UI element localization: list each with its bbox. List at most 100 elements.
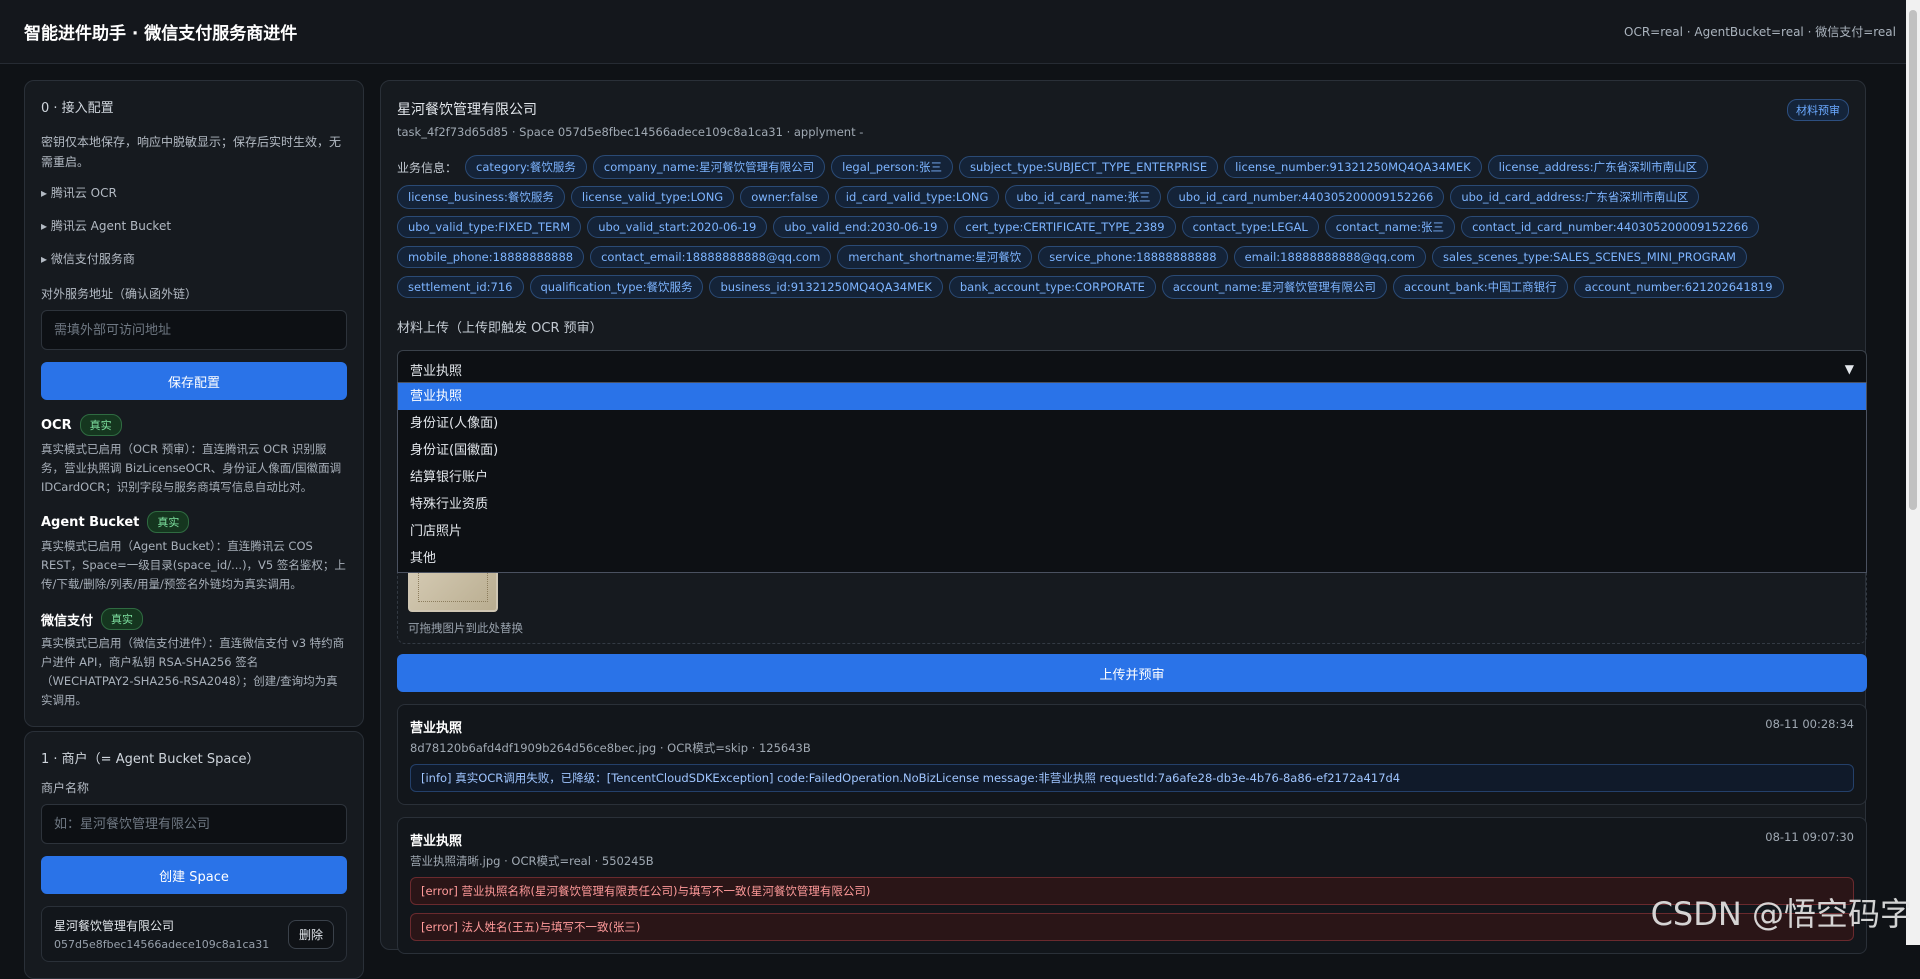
- business-tag: ubo_id_card_name:张三: [1005, 185, 1161, 209]
- business-tag: ubo_valid_start:2020-06-19: [587, 216, 767, 238]
- business-tag: account_bank:中国工商银行: [1393, 275, 1568, 299]
- ocr-real-badge: 真实: [80, 414, 122, 436]
- ocr-desc: 真实模式已启用（OCR 预审）：直连腾讯云 OCR 识别服务，营业执照调 Biz…: [41, 440, 347, 497]
- error-log: [error] 营业执照名称(星河餐饮管理有限责任公司)与填写不一致(星河餐饮管…: [410, 877, 1854, 905]
- business-tag: email:18888888888@qq.com: [1234, 246, 1426, 268]
- ocr-name: OCR: [41, 418, 72, 433]
- business-tag: legal_person:张三: [831, 155, 953, 179]
- merchant-card: 1 · 商户（= Agent Bucket Space） 商户名称 创建 Spa…: [24, 731, 364, 979]
- business-tag: contact_type:LEGAL: [1182, 216, 1319, 238]
- drop-hint: 可拖拽图片到此处替换: [408, 620, 523, 636]
- config-card: 0 · 接入配置 密钥仅本地保存，响应中脱敏显示；保存后实时生效，无需重启。 腾…: [24, 80, 364, 727]
- upload-label: 材料上传（上传即触发 OCR 预审）: [397, 317, 1849, 336]
- material-option[interactable]: 特殊行业资质: [398, 491, 1866, 518]
- business-tag: ubo_id_card_address:广东省深圳市南山区: [1450, 185, 1699, 209]
- review-record: 营业执照 08-11 00:28:34 8d78120b6afd4df1909b26…: [397, 704, 1867, 805]
- business-tag: mobile_phone:18888888888: [397, 246, 584, 268]
- service-url-input[interactable]: [41, 310, 347, 350]
- wechatpay-name: 微信支付: [41, 610, 93, 629]
- wechatpay-real-badge: 真实: [101, 608, 143, 630]
- service-url-label: 对外服务地址（确认函外链）: [41, 285, 347, 302]
- business-tag: owner:false: [740, 186, 829, 208]
- business-tag: business_id:91321250MQ4QA34MEK: [709, 276, 942, 298]
- delete-merchant-button[interactable]: 删除: [288, 920, 334, 949]
- bucket-name: Agent Bucket: [41, 515, 139, 530]
- wechatpay-status: 微信支付 真实 真实模式已启用（微信支付进件）：直连微信支付 v3 特约商户进件…: [41, 608, 347, 710]
- business-tag: account_name:星河餐饮管理有限公司: [1162, 275, 1387, 299]
- merchant-list-item[interactable]: 星河餐饮管理有限公司 057d5e8fbec14566adece109c8a1c…: [41, 906, 347, 962]
- record-time: 08-11 09:07:30: [1765, 830, 1854, 849]
- record-time: 08-11 00:28:34: [1765, 717, 1854, 736]
- material-option[interactable]: 结算银行账户: [398, 464, 1866, 491]
- record-meta: 8d78120b6afd4df1909b264d56ce8bec.jpg · O…: [410, 740, 1854, 756]
- service-status: OCR=real · AgentBucket=real · 微信支付=real: [1624, 23, 1896, 40]
- create-space-button[interactable]: 创建 Space: [41, 856, 347, 894]
- business-tag: license_address:广东省深圳市南山区: [1488, 155, 1708, 179]
- config-title: 0 · 接入配置: [41, 97, 347, 116]
- save-config-button[interactable]: 保存配置: [41, 362, 347, 400]
- business-tag: ubo_valid_end:2030-06-19: [773, 216, 948, 238]
- business-tag: contact_id_card_number:44030520000915226…: [1461, 216, 1759, 238]
- merchant-name-label: 商户名称: [41, 779, 347, 796]
- record-title: 营业执照: [410, 717, 462, 736]
- material-option[interactable]: 身份证(人像面): [398, 410, 1866, 437]
- business-tag: account_number:621202641819: [1574, 276, 1784, 298]
- business-tag: service_phone:18888888888: [1038, 246, 1227, 268]
- business-tag: company_name:星河餐饮管理有限公司: [593, 155, 825, 179]
- business-tag: id_card_valid_type:LONG: [835, 186, 1000, 208]
- business-tag: subject_type:SUBJECT_TYPE_ENTERPRISE: [959, 156, 1218, 178]
- material-option[interactable]: 其他: [398, 545, 1866, 572]
- review-record: 营业执照 08-11 09:07:30 营业执照清晰.jpg · OCR模式=rea…: [397, 817, 1867, 954]
- business-tag: sales_scenes_type:SALES_SCENES_MINI_PROG…: [1432, 246, 1747, 268]
- business-tag: contact_email:18888888888@qq.com: [590, 246, 831, 268]
- sidebar: 0 · 接入配置 密钥仅本地保存，响应中脱敏显示；保存后实时生效，无需重启。 腾…: [24, 80, 364, 979]
- company-name: 星河餐饮管理有限公司: [397, 99, 863, 119]
- bucket-config-toggle[interactable]: 腾讯云 Agent Bucket: [41, 217, 347, 234]
- business-tag: contact_name:张三: [1325, 215, 1455, 239]
- business-tag: ubo_id_card_number:440305200009152266: [1167, 186, 1444, 208]
- material-option[interactable]: 身份证(国徽面): [398, 437, 1866, 464]
- business-tag: merchant_shortname:星河餐饮: [837, 245, 1032, 269]
- merchant-name-input[interactable]: [41, 804, 347, 844]
- scroll-thumb[interactable]: [1909, 10, 1917, 510]
- business-info-tags: 业务信息： category:餐饮服务company_name:星河餐饮管理有限…: [397, 155, 1857, 299]
- business-tag: qualification_type:餐饮服务: [530, 275, 704, 299]
- bucket-real-badge: 真实: [147, 511, 189, 533]
- scrollbar[interactable]: [1906, 0, 1920, 945]
- bucket-status: Agent Bucket 真实 真实模式已启用（Agent Bucket）：直连…: [41, 511, 347, 594]
- business-info-label: 业务信息：: [397, 159, 457, 176]
- material-type-options: 营业执照身份证(人像面)身份证(国徽面)结算银行账户特殊行业资质门店照片其他: [397, 382, 1867, 573]
- record-title: 营业执照: [410, 830, 462, 849]
- watermark: CSDN @悟空码字: [1651, 889, 1912, 935]
- review-records: 营业执照08-11 00:28:348d78120b6afd4df1909b26…: [397, 704, 1849, 954]
- merchant-title: 1 · 商户（= Agent Bucket Space）: [41, 748, 347, 767]
- stage-badge: 材料预审: [1787, 99, 1849, 121]
- business-tag: cert_type:CERTIFICATE_TYPE_2389: [954, 216, 1175, 238]
- error-log: [error] 法人姓名(王五)与填写不一致(张三): [410, 913, 1854, 941]
- task-panel: 星河餐饮管理有限公司 task_4f2f73d65d85 · Space 057…: [380, 80, 1866, 950]
- business-tag: settlement_id:716: [397, 276, 524, 298]
- upload-review-button[interactable]: 上传并预审: [397, 654, 1867, 692]
- app-title: 智能进件助手 · 微信支付服务商进件: [24, 19, 297, 44]
- ocr-status: OCR 真实 真实模式已启用（OCR 预审）：直连腾讯云 OCR 识别服务，营业…: [41, 414, 347, 497]
- chevron-down-icon: ▼: [1845, 362, 1854, 376]
- wechatpay-desc: 真实模式已启用（微信支付进件）：直连微信支付 v3 特约商户进件 API，商户私…: [41, 634, 347, 710]
- business-tag: license_number:91321250MQ4QA34MEK: [1224, 156, 1482, 178]
- task-meta: task_4f2f73d65d85 · Space 057d5e8fbec145…: [397, 125, 863, 139]
- config-note: 密钥仅本地保存，响应中脱敏显示；保存后实时生效，无需重启。: [41, 132, 347, 172]
- material-type-value: 营业执照: [410, 360, 462, 379]
- material-option[interactable]: 门店照片: [398, 518, 1866, 545]
- business-tag: bank_account_type:CORPORATE: [949, 276, 1156, 298]
- business-tag: license_business:餐饮服务: [397, 185, 565, 209]
- ocr-config-toggle[interactable]: 腾讯云 OCR: [41, 184, 347, 201]
- material-option[interactable]: 营业执照: [398, 383, 1866, 410]
- business-tag: category:餐饮服务: [465, 155, 587, 179]
- record-meta: 营业执照清晰.jpg · OCR模式=real · 550245B: [410, 853, 1854, 869]
- info-log: [info] 真实OCR调用失败，已降级：[TencentCloudSDKExc…: [410, 764, 1854, 792]
- top-bar: 智能进件助手 · 微信支付服务商进件 OCR=real · AgentBucke…: [0, 0, 1920, 64]
- business-tag: ubo_valid_type:FIXED_TERM: [397, 216, 581, 238]
- bucket-desc: 真实模式已启用（Agent Bucket）：直连腾讯云 COS REST，Spa…: [41, 537, 347, 594]
- business-tag: license_valid_type:LONG: [571, 186, 734, 208]
- wechatpay-config-toggle[interactable]: 微信支付服务商: [41, 250, 347, 267]
- merchant-item-name: 星河餐饮管理有限公司: [54, 917, 269, 934]
